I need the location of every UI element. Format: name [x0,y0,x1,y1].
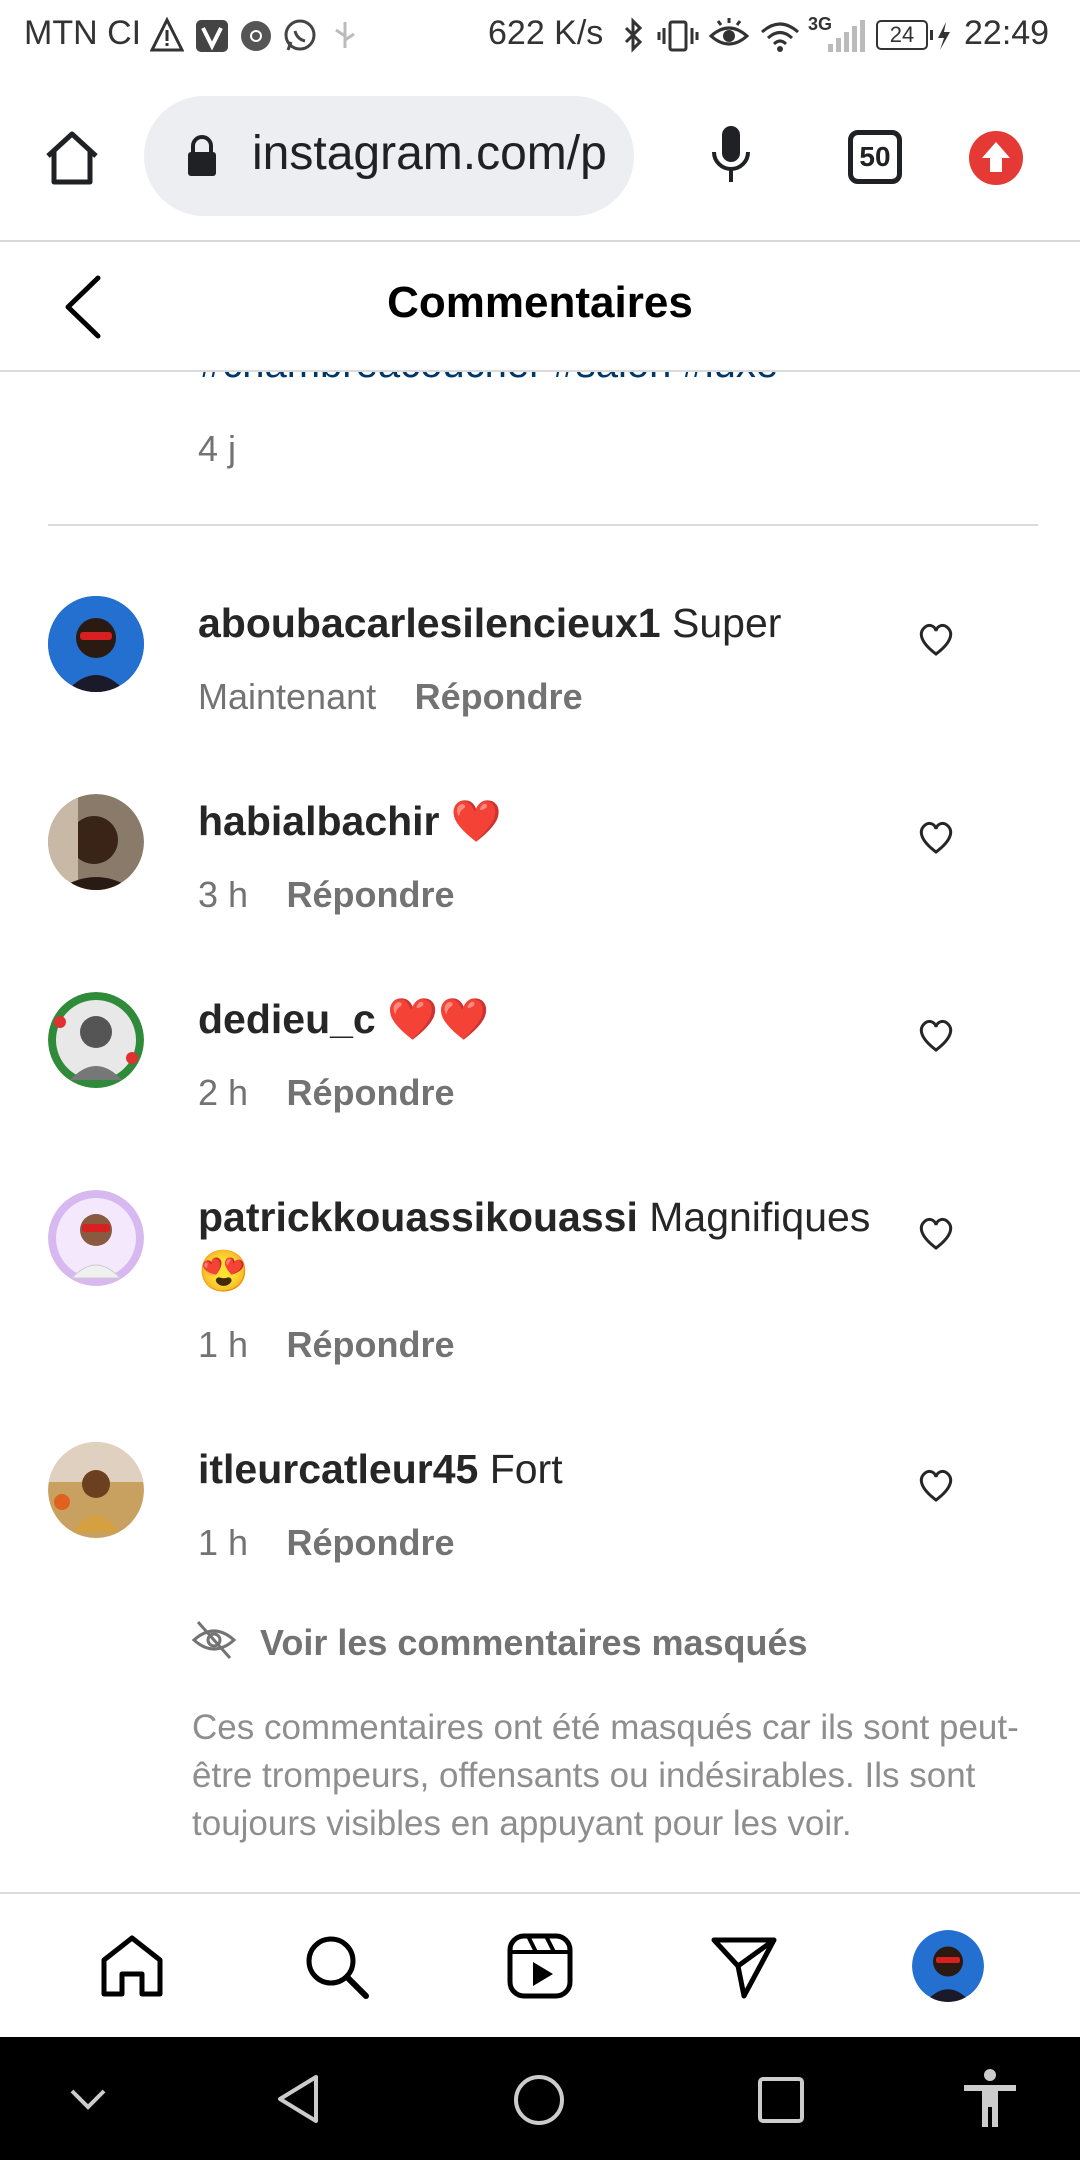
back-icon[interactable] [274,2073,324,2125]
wifi-icon [761,22,799,52]
reply-button[interactable]: Répondre [287,874,455,915]
avatar[interactable] [48,1190,144,1286]
home-circle-icon[interactable] [512,2073,566,2127]
hidden-comments-link[interactable]: Voir les commentaires masqués [190,1616,1010,1676]
direct-message-icon[interactable] [708,1930,780,2002]
usb-icon [335,22,355,48]
comment-item: dedieu_c ❤️❤️ 2 h Répondre [0,976,1080,1126]
caption-time: 4 j [198,428,237,469]
reply-button[interactable]: Répondre [287,1072,455,1113]
vibrate-icon [657,20,699,52]
hidden-comments-notice: Ces commentaires ont été masqués car ils… [192,1708,1019,1843]
eye-comfort-icon [708,18,750,46]
carrier-label: MTN CI [24,14,142,52]
caption-hashtags[interactable]: #chambreacoucher #salon #luxe [200,372,778,387]
browser-toolbar: instagram.com/p 50 [0,72,1080,242]
comment-item: patrickkouassikouassi Magnifiques 😍 1 h … [0,1174,1080,1384]
page-title: Commentaires [387,278,693,327]
comment-text: ❤️ [450,798,502,844]
home-icon[interactable] [96,1930,168,2002]
battery-level: 24 [889,22,915,47]
home-icon[interactable] [40,126,104,190]
bottom-navigation [0,1892,1080,2037]
reply-button[interactable]: Répondre [287,1324,455,1365]
system-navigation-bar [0,2037,1080,2160]
tab-count: 50 [859,141,891,172]
heart-icon[interactable] [916,818,956,858]
comment-time: 2 h [198,1072,249,1113]
comment-username[interactable]: habialbachir [198,798,440,844]
comment-text: Magnifiques [649,1194,871,1240]
url-text: instagram.com/p [252,127,607,180]
avatar[interactable] [48,992,144,1088]
heart-icon[interactable] [916,620,956,660]
avatar[interactable] [48,794,144,890]
battery-indicator: 24 [876,20,928,50]
hidden-comments-label: Voir les commentaires masqués [260,1622,808,1663]
heart-icon[interactable] [916,1016,956,1056]
heart-icon[interactable] [916,1214,956,1254]
avatar[interactable] [48,1442,144,1538]
charging-icon [930,22,950,50]
chevron-down-icon[interactable] [66,2081,110,2117]
accessibility-icon[interactable] [960,2067,1020,2131]
comment-text: Fort [489,1446,563,1492]
heart-icon[interactable] [916,1466,956,1506]
clock: 22:49 [964,14,1050,52]
microphone-icon[interactable] [706,122,756,192]
chrome-icon [241,21,271,51]
comment-text: ❤️❤️ [387,996,490,1042]
recent-apps-icon[interactable] [756,2075,806,2125]
avatar[interactable] [48,596,144,692]
bluetooth-icon [624,17,643,53]
caption-section: #chambreacoucher #salon #luxe 4 j [0,372,1080,532]
comment-item: itleurcatleur45 Fort 1 h Répondre [0,1426,1080,1576]
comment-username[interactable]: patrickkouassikouassi [198,1194,638,1240]
network-speed: 622 K/s [488,14,604,52]
reply-button[interactable]: Répondre [415,676,583,717]
comment-time: 1 h [198,1522,249,1563]
lock-icon [188,135,216,176]
comment-emoji: 😍 [198,1248,250,1294]
comment-username[interactable]: itleurcatleur45 [198,1446,478,1492]
comment-text: Super [672,600,782,646]
status-bar: MTN CI 622 K/s 3G 24 22:49 [0,0,1080,72]
comment-item: aboubacarlesilencieux1 Super Maintenant … [0,580,1080,730]
comment-time: 1 h [198,1324,249,1365]
address-bar[interactable]: instagram.com/p [144,96,634,216]
profile-avatar[interactable] [912,1930,984,2002]
app-v-icon [196,20,228,52]
comment-item: habialbachir ❤️ 3 h Répondre [0,778,1080,928]
comment-username[interactable]: dedieu_c [198,996,376,1042]
search-icon[interactable] [300,1930,372,2002]
comments-header: Commentaires [0,242,1080,372]
tab-switcher-icon[interactable]: 50 [848,130,902,184]
comment-username[interactable]: aboubacarlesilencieux1 [198,600,661,646]
update-icon[interactable] [968,130,1024,186]
reply-button[interactable]: Répondre [287,1522,455,1563]
divider [48,524,1038,526]
whatsapp-icon [284,19,316,51]
eye-slash-icon [191,1621,237,1659]
warning-icon [150,16,184,52]
reels-icon[interactable] [504,1930,576,2002]
comment-time: 3 h [198,874,249,915]
comment-time: Maintenant [198,676,377,717]
signal-icon [828,20,865,52]
